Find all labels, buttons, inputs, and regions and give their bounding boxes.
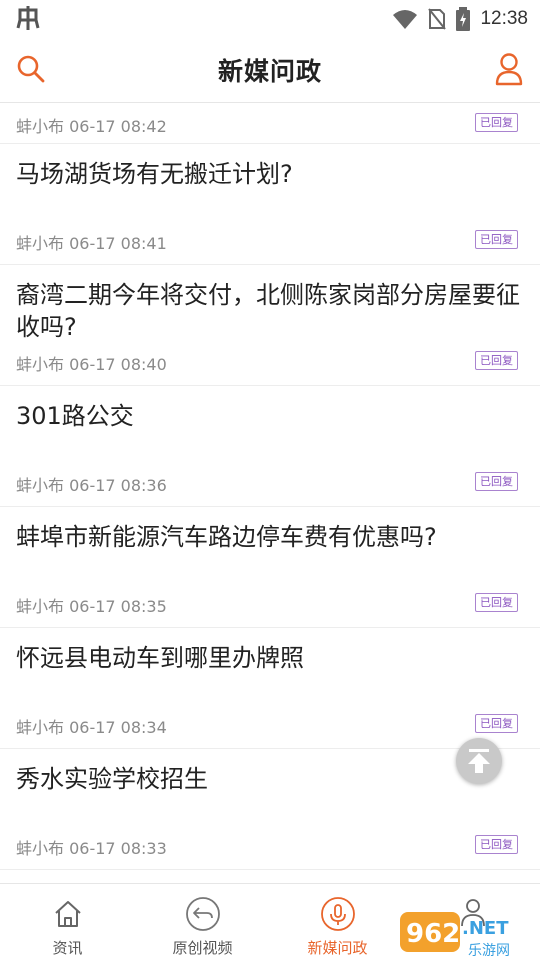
replied-badge: 已回复 <box>475 472 518 491</box>
tab-label: 原创视频 <box>172 939 233 957</box>
item-meta: 蚌小布 06-17 08:41 <box>16 234 167 253</box>
replied-badge: 已回复 <box>475 113 518 132</box>
question-title: 裔湾二期今年将交付，北侧陈家岗部分房屋要征收吗? <box>16 281 520 341</box>
replied-badge: 已回复 <box>475 351 518 370</box>
microphone-icon <box>320 897 355 931</box>
tab-new-media-politics[interactable]: 新媒问政 <box>270 884 405 961</box>
list-item[interactable]: 301路公交 蚌小布 06-17 08:36 已回复 <box>0 386 540 507</box>
list-item[interactable]: 怀远县电动车到哪里办牌照 蚌小布 06-17 08:34 已回复 <box>0 628 540 749</box>
replied-badge: 已回复 <box>475 835 518 854</box>
tab-label: 新媒问政 <box>307 939 368 957</box>
svg-text:.NET: .NET <box>462 918 509 939</box>
wifi-icon <box>393 10 418 29</box>
item-meta: 蚌小布 06-17 08:35 <box>16 597 167 616</box>
item-meta: 蚌小布 06-17 08:36 <box>16 476 167 495</box>
question-title: 怀远县电动车到哪里办牌照 <box>16 644 304 672</box>
app-notification-icon <box>16 6 40 30</box>
site-watermark-logo: 962 .NET 乐游网 <box>400 912 510 959</box>
item-meta: 蚌小布 06-17 08:42 <box>16 117 167 136</box>
tab-original-video[interactable]: 原创视频 <box>135 884 270 961</box>
home-icon <box>54 901 81 927</box>
status-bar: 12:38 <box>0 0 540 38</box>
scroll-to-top-button[interactable] <box>456 738 502 784</box>
tab-news[interactable]: 资讯 <box>0 884 135 961</box>
list-item-partial[interactable]: 蚌小布 06-17 08:42 已回复 <box>0 103 540 144</box>
status-time: 12:38 <box>480 8 528 29</box>
battery-icon <box>456 7 471 31</box>
app-header: 新媒问政 <box>0 38 540 103</box>
item-meta: 蚌小布 06-17 08:40 <box>16 355 167 374</box>
replied-badge: 已回复 <box>475 593 518 612</box>
bottom-navigation: 资讯 原创视频 新媒问政 962 .NET 乐游网 <box>0 883 540 961</box>
svg-text:962: 962 <box>406 919 460 949</box>
replied-badge: 已回复 <box>475 714 518 733</box>
question-title: 秀水实验学校招生 <box>16 765 208 793</box>
no-sim-icon <box>428 8 447 30</box>
list-item[interactable]: 裔湾二期今年将交付，北侧陈家岗部分房屋要征收吗? 蚌小布 06-17 08:40… <box>0 265 540 386</box>
replied-badge: 已回复 <box>475 230 518 249</box>
video-icon <box>185 897 220 931</box>
list-item[interactable]: 马场湖货场有无搬迁计划? 蚌小布 06-17 08:41 已回复 <box>0 144 540 265</box>
question-title: 蚌埠市新能源汽车路边停车费有优惠吗? <box>16 523 437 551</box>
user-profile-icon[interactable] <box>494 52 524 86</box>
svg-text:乐游网: 乐游网 <box>468 943 510 959</box>
item-meta: 蚌小布 06-17 08:34 <box>16 718 167 737</box>
question-title: 马场湖货场有无搬迁计划? <box>16 160 293 188</box>
list-item[interactable]: 蚌埠市新能源汽车路边停车费有优惠吗? 蚌小布 06-17 08:35 已回复 <box>0 507 540 628</box>
question-title: 301路公交 <box>16 402 134 430</box>
item-meta: 蚌小布 06-17 08:33 <box>16 839 167 858</box>
tab-label: 资讯 <box>52 939 83 957</box>
page-title: 新媒问政 <box>217 57 322 86</box>
arrow-up-icon <box>468 749 490 773</box>
